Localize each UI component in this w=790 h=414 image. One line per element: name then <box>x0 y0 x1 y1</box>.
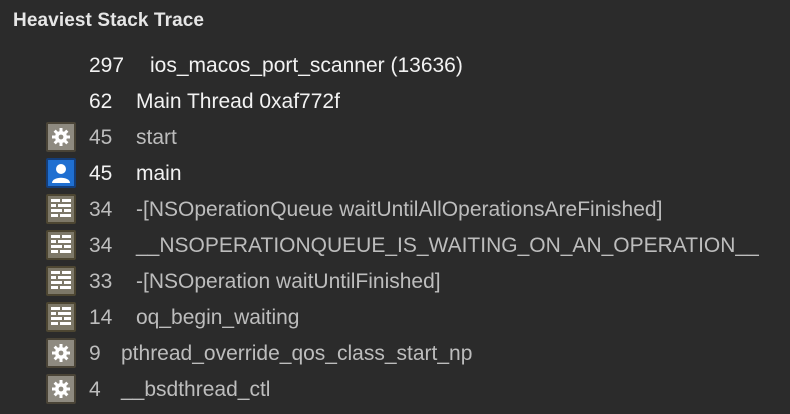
gear-icon <box>46 122 76 152</box>
heaviest-stack-trace-panel: Heaviest Stack Trace 297 ios_macos_port_… <box>0 0 790 414</box>
stack-row-bsdthread-ctl[interactable]: 4 __bsdthread_ctl <box>0 372 790 408</box>
framework-icon <box>46 194 76 224</box>
gear-icon <box>46 338 76 368</box>
sample-count: 62 <box>89 90 113 113</box>
sample-count: 34 <box>89 198 113 221</box>
stack-row-start[interactable]: 45 start <box>0 120 790 156</box>
stack-row-process[interactable]: 297 ios_macos_port_scanner (13636) <box>0 48 790 84</box>
framework-icon <box>46 230 76 260</box>
stack-row-main[interactable]: 45 main <box>0 156 790 192</box>
framework-icon <box>46 266 76 296</box>
sample-count: 297 <box>89 54 125 77</box>
sample-count: 9 <box>89 342 101 365</box>
sample-count: 34 <box>89 234 113 257</box>
panel-title: Heaviest Stack Trace <box>13 10 205 31</box>
sample-count: 4 <box>89 378 101 401</box>
framework-icon <box>46 302 76 332</box>
frame-label: __NSOPERATIONQUEUE_IS_WAITING_ON_AN_OPER… <box>136 234 759 257</box>
stack-row-pthread-override[interactable]: 9 pthread_override_qos_class_start_np <box>0 336 790 372</box>
stack-row-wait-all-operations[interactable]: 34 -[NSOperationQueue waitUntilAllOperat… <box>0 192 790 228</box>
sample-count: 14 <box>89 306 113 329</box>
frame-label: start <box>136 126 177 149</box>
sample-count: 45 <box>89 126 113 149</box>
stack-row-wait-until-finished[interactable]: 33 -[NSOperation waitUntilFinished] <box>0 264 790 300</box>
sample-count: 33 <box>89 270 113 293</box>
frame-label: ios_macos_port_scanner (13636) <box>150 54 463 77</box>
frame-label: Main Thread 0xaf772f <box>136 90 340 113</box>
stack-row-queue-waiting[interactable]: 34 __NSOPERATIONQUEUE_IS_WAITING_ON_AN_O… <box>0 228 790 264</box>
frame-label: -[NSOperationQueue waitUntilAllOperation… <box>136 198 663 221</box>
sample-count: 45 <box>89 162 113 185</box>
frame-label: main <box>136 162 182 185</box>
gear-icon <box>46 374 76 404</box>
user-icon <box>46 158 76 188</box>
frame-label: __bsdthread_ctl <box>121 378 271 401</box>
stack-row-oq-begin-waiting[interactable]: 14 oq_begin_waiting <box>0 300 790 336</box>
frame-label: oq_begin_waiting <box>136 306 300 329</box>
frame-label: pthread_override_qos_class_start_np <box>121 342 473 365</box>
frame-label: -[NSOperation waitUntilFinished] <box>136 270 441 293</box>
stack-row-thread[interactable]: 62 Main Thread 0xaf772f <box>0 84 790 120</box>
